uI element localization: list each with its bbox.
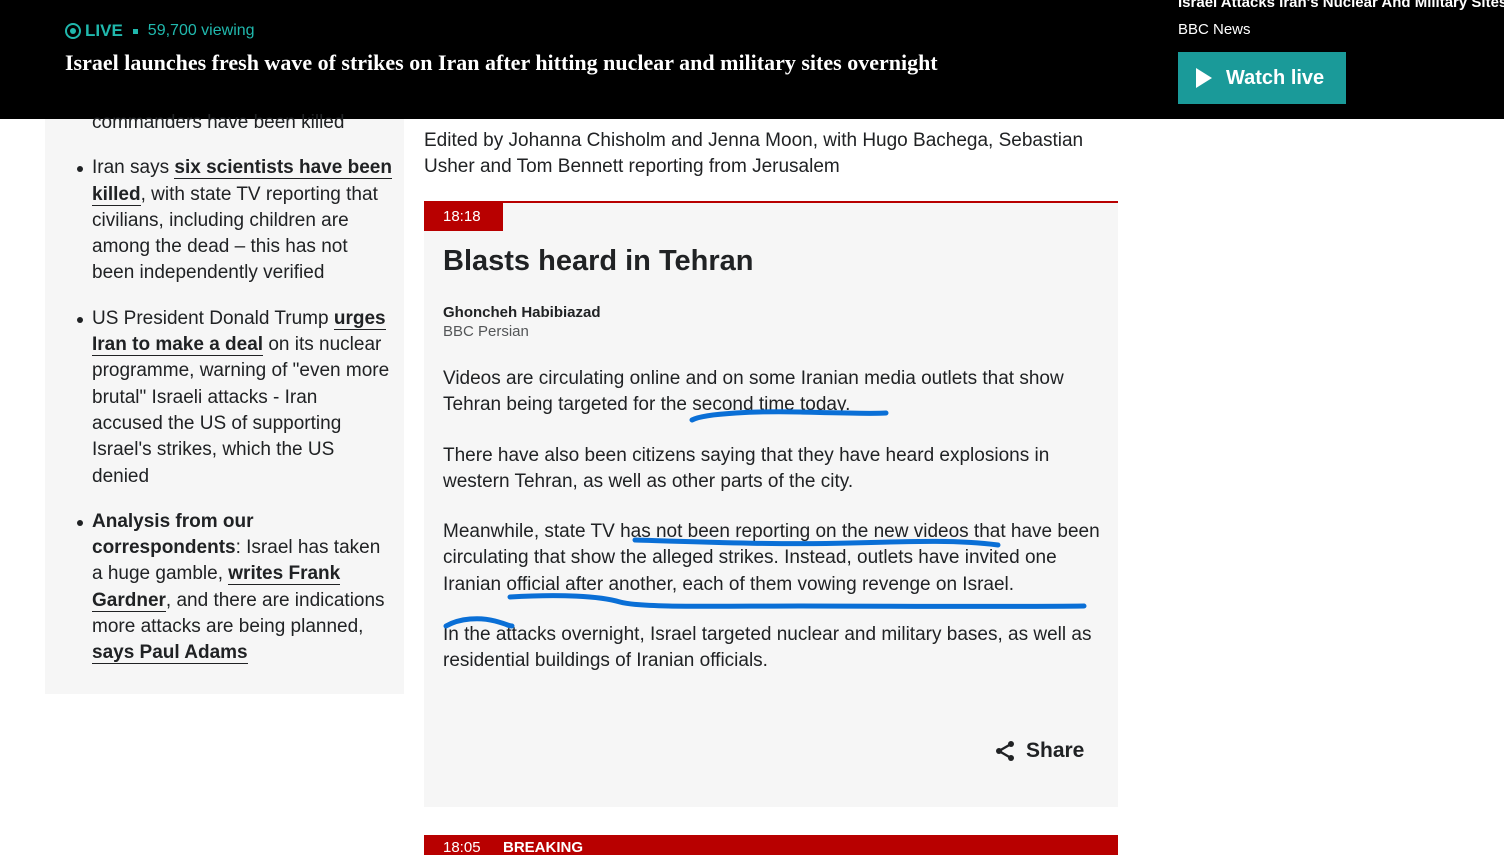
- next-post-header: 18:05 BREAKING: [424, 835, 1118, 855]
- summary-list: commanders have been killed Iran says si…: [77, 110, 392, 686]
- post-paragraph: Meanwhile, state TV has not been reporti…: [443, 521, 1100, 595]
- post-paragraph: In the attacks overnight, Israel targete…: [443, 624, 1092, 672]
- viewer-count: 59,700 viewing: [147, 22, 255, 39]
- play-icon: [1196, 68, 1212, 88]
- stream-source: BBC News: [1178, 21, 1251, 38]
- summary-text: US President Donald Trump: [92, 307, 334, 329]
- post-paragraph: There have also been citizens saying tha…: [443, 444, 1050, 492]
- summary-text: commanders have been killed: [92, 112, 345, 133]
- share-button[interactable]: Share: [994, 739, 1084, 763]
- post-title: Blasts heard in Tehran: [443, 245, 754, 277]
- stream-title: Israel Attacks Iran's Nuclear And Milita…: [1178, 0, 1504, 11]
- live-label: LIVE: [85, 21, 123, 40]
- post-paragraph: Videos are circulating online and on som…: [443, 368, 1064, 416]
- live-banner: LIVE 59,700 viewing Israel launches fres…: [0, 0, 1504, 119]
- paul-adams-link[interactable]: says Paul Adams: [92, 642, 248, 665]
- next-post-time: 18:05: [443, 839, 481, 855]
- share-icon: [996, 741, 1014, 761]
- live-headline[interactable]: Israel launches fresh wave of strikes on…: [65, 50, 938, 76]
- analysis-label: Analysis from our correspondents: [92, 510, 254, 559]
- live-dot-icon: [65, 23, 81, 39]
- watch-live-label: Watch live: [1226, 66, 1325, 89]
- author-name: Ghoncheh Habibiazad: [443, 304, 601, 321]
- author-organisation: BBC Persian: [443, 323, 529, 340]
- summary-text: Iran says: [92, 157, 175, 179]
- post-time: 18:18: [424, 203, 503, 231]
- list-item: Iran says six scientists have been kille…: [77, 155, 392, 286]
- summary-text: on its nuclear programme, warning of "ev…: [92, 334, 390, 487]
- share-label: Share: [1026, 739, 1085, 762]
- separator-icon: [132, 28, 138, 34]
- breaking-label: BREAKING: [503, 839, 584, 855]
- editors-credit: Edited by Johanna Chisholm and Jenna Moo…: [424, 130, 1084, 177]
- live-post: 18:18 Blasts heard in Tehran Ghoncheh Ha…: [424, 201, 1118, 807]
- list-item: Analysis from our correspondents: Israel…: [77, 509, 392, 667]
- live-status: LIVE 59,700 viewing: [65, 20, 255, 42]
- watch-live-button[interactable]: Watch live: [1178, 52, 1346, 104]
- post-body: Videos are circulating online and on som…: [443, 366, 1108, 699]
- list-item: US President Donald Trump urges Iran to …: [77, 306, 392, 490]
- summary-panel: commanders have been killed Iran says si…: [45, 112, 404, 694]
- list-item: commanders have been killed: [92, 110, 392, 136]
